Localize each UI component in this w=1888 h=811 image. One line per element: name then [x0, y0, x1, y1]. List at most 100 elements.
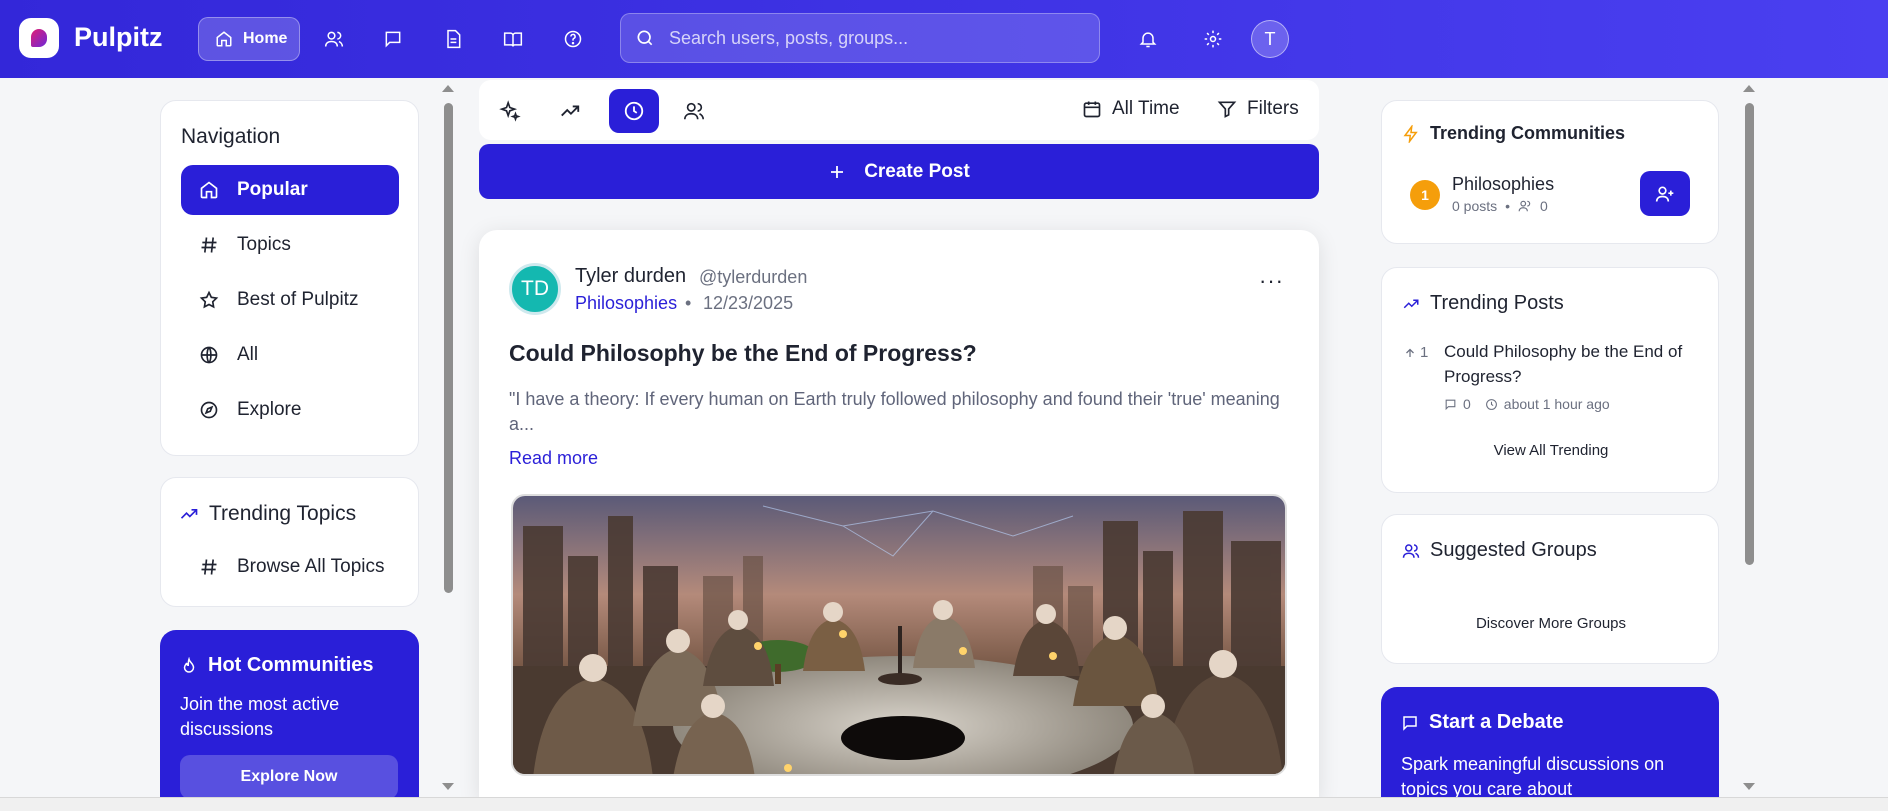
- community-name[interactable]: Philosophies: [1452, 174, 1554, 195]
- post-score: 1: [1404, 344, 1428, 361]
- clock-icon: [624, 101, 644, 121]
- sidebar-item-label: Best of Pulpitz: [237, 289, 359, 310]
- author-handle[interactable]: @tylerdurden: [699, 267, 807, 288]
- search-icon: [637, 30, 653, 46]
- sidebar-item-all[interactable]: All: [181, 330, 399, 380]
- time-range-button[interactable]: All Time: [1082, 98, 1180, 120]
- brand-name[interactable]: Pulpitz: [74, 22, 163, 53]
- user-avatar[interactable]: T: [1251, 20, 1289, 58]
- start-debate-header: Start a Debate: [1401, 711, 1564, 734]
- create-post-button[interactable]: Create Post: [479, 144, 1319, 199]
- sidebar-item-explore[interactable]: Explore: [181, 385, 399, 435]
- trending-communities-title: Trending Communities: [1430, 123, 1626, 143]
- feed-toolbar: All Time Filters: [479, 80, 1319, 140]
- hash-icon: [201, 237, 217, 253]
- nav-home-label: Home: [243, 30, 288, 47]
- lightning-icon: [1403, 124, 1418, 143]
- filters-label: Filters: [1247, 98, 1299, 119]
- search-input[interactable]: [669, 27, 1069, 49]
- hot-communities-desc: Join the most active discussions: [180, 694, 340, 739]
- start-debate-card[interactable]: Start a Debate Spark meaningful discussi…: [1381, 687, 1719, 807]
- explore-now-button[interactable]: Explore Now: [180, 755, 398, 799]
- sidebar-item-label: Topics: [237, 234, 291, 255]
- trending-post-title[interactable]: Could Philosophy be the End of Progress?: [1444, 339, 1706, 389]
- home-icon: [216, 31, 232, 47]
- scroll-down-arrow-icon[interactable]: [442, 783, 454, 790]
- navigation-title: Navigation: [181, 125, 281, 148]
- bell-icon: [1139, 32, 1157, 48]
- post-date: 12/23/2025: [703, 293, 794, 313]
- post-image[interactable]: [511, 494, 1287, 776]
- author-avatar[interactable]: TD: [509, 263, 561, 315]
- message-icon: [385, 31, 401, 48]
- sidebar-item-topics[interactable]: Topics: [181, 220, 399, 270]
- post-excerpt: "I have a theory: If every human on Eart…: [509, 389, 1280, 434]
- users-icon: [324, 31, 344, 47]
- filters-button[interactable]: Filters: [1217, 98, 1299, 120]
- hot-communities-card: Hot Communities Join the most active dis…: [160, 630, 419, 800]
- compass-icon: [200, 401, 218, 419]
- scroll-down-arrow-icon[interactable]: [1743, 783, 1755, 790]
- user-plus-icon: [1655, 186, 1674, 202]
- trending-communities-header: Trending Communities: [1402, 123, 1625, 144]
- nav-library-button[interactable]: [496, 22, 530, 56]
- trending-topics-header: Trending Topics: [179, 502, 356, 526]
- post-card: TD Tyler durden @tylerdurden Philosophie…: [479, 230, 1319, 800]
- suggested-groups-header: Suggested Groups: [1402, 539, 1597, 562]
- scroll-up-arrow-icon[interactable]: [1743, 85, 1755, 92]
- discover-groups-link[interactable]: Discover More Groups: [1382, 615, 1720, 632]
- view-all-trending-link[interactable]: View All Trending: [1382, 442, 1720, 459]
- book-icon: [503, 32, 523, 47]
- start-debate-desc: Spark meaningful discussions on topics y…: [1401, 754, 1665, 799]
- settings-button[interactable]: [1196, 22, 1230, 56]
- create-post-label: Create Post: [864, 160, 970, 182]
- scroll-thumb[interactable]: [444, 103, 453, 593]
- globe-icon: [200, 346, 218, 364]
- home-icon: [200, 181, 218, 199]
- nav-messages-button[interactable]: [376, 22, 410, 56]
- community-post-count: 0 posts: [1452, 198, 1498, 214]
- nav-help-button[interactable]: [556, 22, 590, 56]
- scroll-thumb[interactable]: [1745, 103, 1754, 565]
- users-icon: [1402, 543, 1420, 558]
- post-more-button[interactable]: ···: [1259, 268, 1284, 294]
- navigation-card: Navigation Popular Topics Best of Pulpit…: [160, 100, 419, 456]
- browse-topics-link[interactable]: Browse All Topics: [181, 542, 399, 592]
- sort-trending-button[interactable]: [545, 89, 595, 133]
- sidebar-item-popular[interactable]: Popular: [181, 165, 399, 215]
- brand-logo[interactable]: [19, 18, 59, 58]
- scroll-up-arrow-icon[interactable]: [442, 85, 454, 92]
- nav-home-button[interactable]: Home: [198, 17, 300, 61]
- sort-sparkles-button[interactable]: [485, 89, 535, 133]
- post-title[interactable]: Could Philosophy be the End of Progress?: [509, 340, 977, 367]
- post-community-link[interactable]: Philosophies: [575, 293, 677, 314]
- sort-following-button[interactable]: [669, 89, 719, 133]
- philosophers-illustration: [513, 496, 1285, 774]
- nav-users-button[interactable]: [317, 22, 351, 56]
- start-debate-title: Start a Debate: [1429, 711, 1564, 733]
- message-icon: [1403, 715, 1417, 731]
- meta-separator: •: [685, 293, 692, 313]
- gear-icon: [1204, 30, 1222, 48]
- calendar-icon: [1083, 101, 1101, 118]
- trending-communities-card: Trending Communities 1 Philosophies 0 po…: [1381, 100, 1719, 244]
- join-community-button[interactable]: [1640, 171, 1690, 216]
- sidebar-item-label: All: [237, 344, 259, 365]
- time-range-label: All Time: [1112, 98, 1180, 119]
- nav-documents-button[interactable]: [436, 22, 470, 56]
- sparkles-icon: [499, 100, 521, 122]
- members-icon: [1518, 200, 1531, 212]
- notifications-button[interactable]: [1131, 22, 1165, 56]
- trending-icon: [561, 105, 580, 117]
- sidebar-item-best[interactable]: Best of Pulpitz: [181, 275, 399, 325]
- browse-topics-label: Browse All Topics: [237, 556, 385, 577]
- search-bar[interactable]: [620, 13, 1100, 63]
- read-more-link[interactable]: Read more: [509, 448, 598, 469]
- comment-icon: [1445, 399, 1456, 410]
- trending-posts-card: Trending Posts 1 Could Philosophy be the…: [1381, 267, 1719, 493]
- arrow-up-icon: [1406, 348, 1414, 357]
- stats-separator: •: [1505, 198, 1511, 214]
- sort-recent-button[interactable]: [609, 89, 659, 133]
- trending-topics-title: Trending Topics: [209, 502, 357, 525]
- author-name[interactable]: Tyler durden: [575, 265, 686, 288]
